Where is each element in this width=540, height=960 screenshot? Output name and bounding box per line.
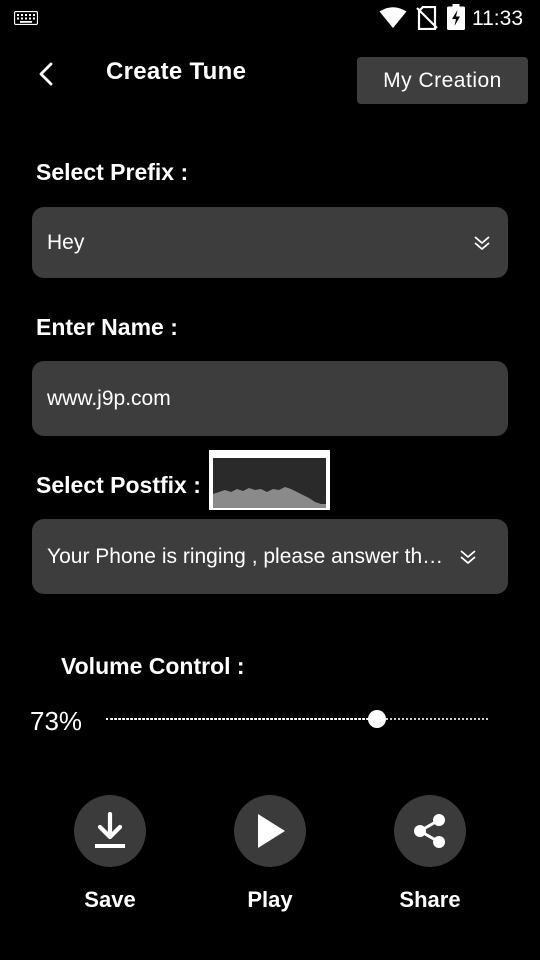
back-button[interactable] (28, 56, 64, 92)
double-chevron-down-icon (460, 549, 476, 564)
play-icon (258, 814, 285, 848)
page-title: Create Tune (106, 58, 247, 85)
volume-percent: 73% (30, 706, 83, 736)
slider-thumb[interactable] (368, 710, 386, 728)
volume-slider[interactable] (106, 708, 488, 730)
download-icon (95, 812, 125, 848)
play-button[interactable] (234, 795, 306, 867)
waveform-icon (213, 458, 326, 508)
battery-charging-icon (447, 4, 465, 30)
postfix-label: Select Postfix : (36, 472, 201, 498)
share-icon (414, 814, 445, 848)
prefix-dropdown[interactable]: Hey (32, 207, 508, 278)
save-label: Save (84, 887, 136, 912)
status-bar: 11:33 (0, 0, 540, 36)
keyboard-icon (14, 11, 38, 25)
prefix-label: Select Prefix : (36, 159, 189, 185)
double-chevron-down-icon (474, 235, 490, 250)
no-sim-icon (416, 6, 438, 30)
save-action: Save (55, 795, 165, 913)
save-button[interactable] (74, 795, 146, 867)
name-label: Enter Name : (36, 314, 178, 340)
postfix-dropdown[interactable]: Your Phone is ringing , please answer th… (32, 519, 508, 594)
share-label: Share (399, 887, 461, 912)
status-time: 11:33 (472, 7, 523, 30)
volume-label: Volume Control : (61, 653, 245, 679)
postfix-selected-value: Your Phone is ringing , please answer th… (47, 544, 450, 568)
chevron-left-icon (39, 62, 53, 86)
play-action: Play (215, 795, 325, 913)
waveform-thumbnail (209, 450, 330, 510)
wifi-icon (379, 7, 407, 28)
name-input[interactable]: www.j9p.com (32, 361, 508, 436)
my-creation-button[interactable]: My Creation (357, 57, 528, 104)
prefix-selected-value: Hey (47, 230, 85, 254)
slider-fill (106, 718, 377, 720)
share-button[interactable] (394, 795, 466, 867)
name-input-value: www.j9p.com (47, 386, 171, 410)
share-action: Share (375, 795, 485, 913)
play-label: Play (247, 887, 293, 912)
